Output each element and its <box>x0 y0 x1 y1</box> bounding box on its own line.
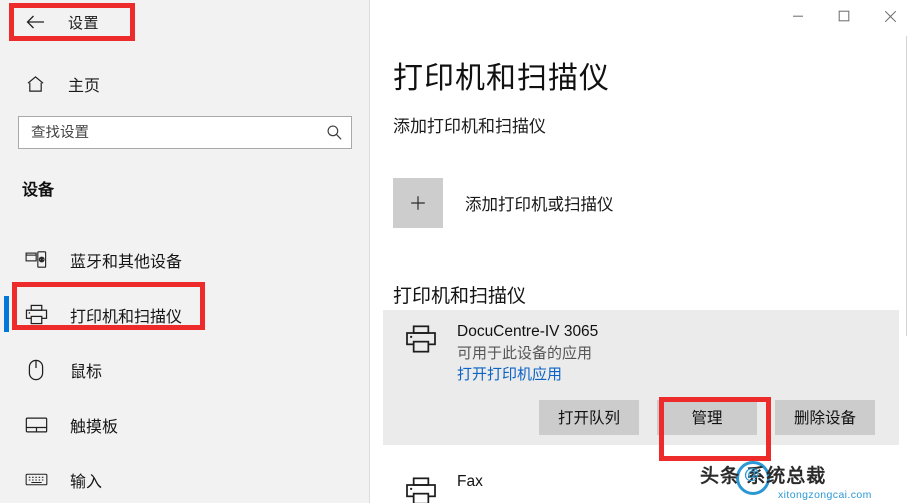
device-card-docucentre[interactable]: DocuCentre-IV 3065 可用于此设备的应用 打开打印机应用 打开队… <box>383 310 899 445</box>
scrollbar-track <box>906 36 907 336</box>
sidebar-item-bluetooth-label: 蓝牙和其他设备 <box>70 253 183 271</box>
search-box[interactable] <box>18 116 352 149</box>
settings-sidebar: 设置 主页 设备 <box>0 0 370 503</box>
sidebar-item-mouse-label: 鼠标 <box>70 363 103 381</box>
device-card-fax[interactable]: Fax <box>383 472 899 503</box>
printer-icon <box>399 322 443 364</box>
printer-icon <box>399 472 443 503</box>
device-action-buttons: 打开队列 管理 删除设备 <box>383 399 899 435</box>
sidebar-item-mouse[interactable]: 鼠标 <box>0 342 370 397</box>
sidebar-item-bluetooth[interactable]: 蓝牙和其他设备 <box>0 232 370 287</box>
sidebar-section-header: 设备 <box>22 182 55 199</box>
search-input[interactable] <box>19 124 317 141</box>
app-title: 设置 <box>68 15 100 32</box>
plus-icon <box>393 178 443 228</box>
printer-icon <box>22 302 50 328</box>
open-printer-app-link[interactable]: 打开打印机应用 <box>457 364 562 386</box>
devices-section-heading: 打印机和扫描仪 <box>393 286 527 307</box>
device-text-block: DocuCentre-IV 3065 可用于此设备的应用 打开打印机应用 <box>457 322 598 386</box>
sidebar-item-typing[interactable]: 输入 <box>0 452 370 503</box>
remove-device-button[interactable]: 删除设备 <box>775 399 875 435</box>
search-icon[interactable] <box>317 117 351 148</box>
sidebar-item-printers[interactable]: 打印机和扫描仪 <box>0 287 370 342</box>
sidebar-home-label: 主页 <box>68 78 101 95</box>
maximize-button[interactable] <box>821 0 867 32</box>
device-info: DocuCentre-IV 3065 可用于此设备的应用 打开打印机应用 <box>383 322 899 386</box>
home-icon <box>22 72 48 96</box>
sidebar-item-printers-label: 打印机和扫描仪 <box>70 308 183 326</box>
touchpad-icon <box>22 412 50 438</box>
vertical-scrollbar[interactable] <box>902 36 911 503</box>
add-printer-button[interactable]: 添加打印机或扫描仪 <box>393 178 614 228</box>
device-name: DocuCentre-IV 3065 <box>457 323 599 340</box>
sidebar-item-touchpad-label: 触摸板 <box>70 418 119 436</box>
manage-button[interactable]: 管理 <box>657 399 757 435</box>
mouse-icon <box>22 357 50 383</box>
close-button[interactable] <box>867 0 913 32</box>
window-controls <box>775 0 913 34</box>
keyboard-icon <box>22 467 50 493</box>
sidebar-item-home[interactable]: 主页 <box>0 64 370 104</box>
minimize-button[interactable] <box>775 0 821 32</box>
settings-window: 设置 主页 设备 <box>0 0 913 503</box>
open-queue-button[interactable]: 打开队列 <box>539 399 639 435</box>
sidebar-item-touchpad[interactable]: 触摸板 <box>0 397 370 452</box>
sidebar-nav-list: 蓝牙和其他设备 打印机和扫描仪 鼠标 触摸板 输入 <box>0 232 370 503</box>
back-arrow-icon[interactable] <box>18 8 52 36</box>
add-printer-label: 添加打印机或扫描仪 <box>465 196 614 214</box>
main-content: 打印机和扫描仪 添加打印机和扫描仪 添加打印机或扫描仪 打印机和扫描仪 Docu… <box>371 0 913 503</box>
sidebar-item-typing-label: 输入 <box>70 473 103 491</box>
page-title: 打印机和扫描仪 <box>393 62 610 95</box>
device-name: Fax <box>457 473 483 490</box>
device-status: 可用于此设备的应用 <box>457 344 593 362</box>
device-text-block: Fax <box>457 472 483 493</box>
sidebar-titlebar: 设置 <box>0 0 370 46</box>
add-section-heading: 添加打印机和扫描仪 <box>393 117 546 136</box>
bluetooth-devices-icon <box>22 247 50 273</box>
